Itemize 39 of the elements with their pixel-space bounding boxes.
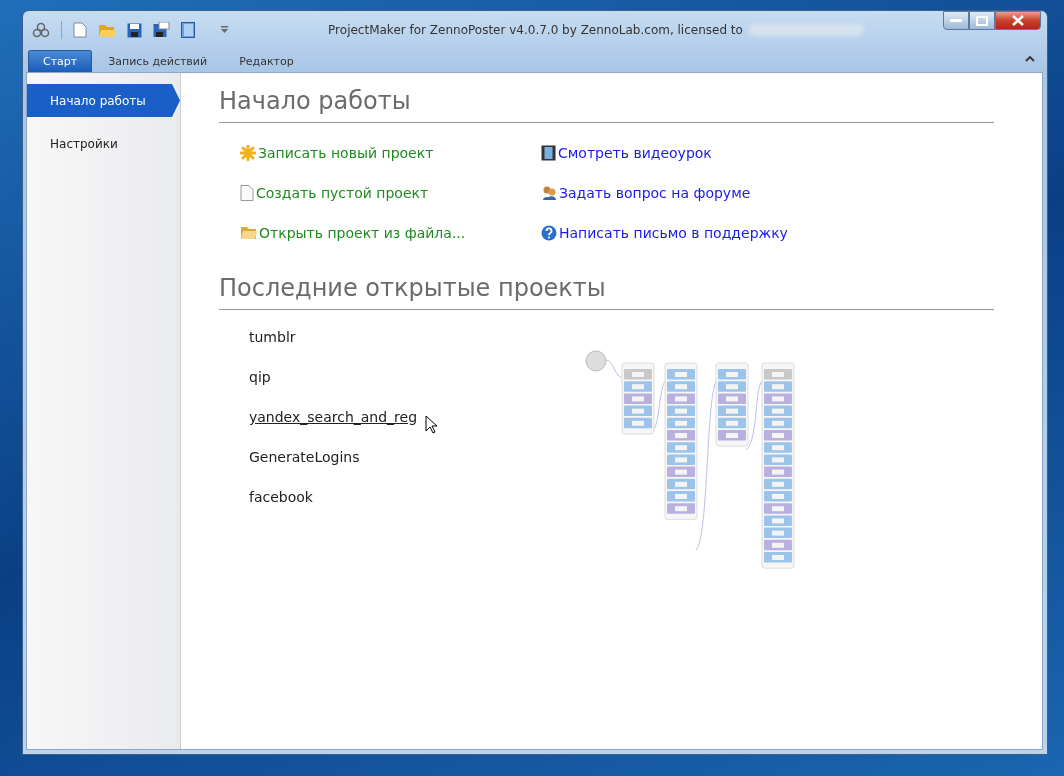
folder-icon — [240, 226, 257, 240]
maximize-icon — [976, 15, 988, 26]
window-title: ProjectMaker for ZennoPoster v4.0.7.0 by ZennoLab.com, licensed to — [328, 23, 743, 37]
action-link[interactable]: Открыть проект из файла... — [259, 225, 466, 241]
asterisk-icon — [240, 145, 256, 161]
help-link[interactable]: Написать письмо в поддержку — [559, 225, 788, 241]
save-icon[interactable] — [127, 22, 142, 38]
section-heading: Начало работы — [219, 87, 994, 123]
ribbon-tab[interactable]: Редактор — [223, 50, 310, 72]
help-link[interactable]: Смотреть видеоурок — [558, 145, 712, 161]
action-link[interactable]: Создать пустой проект — [256, 185, 429, 201]
recent-project-link[interactable]: GenerateLogins — [249, 449, 360, 465]
help-link[interactable]: Задать вопрос на форуме — [559, 185, 751, 201]
minimize-button[interactable] — [943, 11, 969, 30]
maximize-button[interactable] — [969, 11, 995, 30]
close-button[interactable] — [995, 11, 1041, 30]
sidebar-item[interactable]: Настройки — [27, 127, 180, 160]
recent-project-link[interactable]: yandex_search_and_reg — [249, 409, 418, 425]
sidebar-item[interactable]: Начало работы — [27, 84, 180, 117]
close-icon — [1012, 15, 1024, 26]
users-icon — [541, 185, 557, 201]
help-icon — [541, 225, 557, 241]
save-all-icon[interactable] — [153, 22, 170, 38]
recent-project-link[interactable]: qip — [249, 369, 271, 385]
ribbon-tab[interactable]: Старт — [28, 50, 93, 72]
app-logo-icon[interactable] — [32, 22, 50, 38]
new-file-icon[interactable] — [73, 22, 87, 38]
mouse-cursor-icon — [425, 415, 437, 434]
collapse-ribbon-icon[interactable] — [1025, 55, 1035, 62]
section-heading: Последние открытые проекты — [219, 274, 994, 310]
recent-project-link[interactable]: facebook — [249, 489, 313, 505]
action-link[interactable]: Записать новый проект — [258, 145, 434, 161]
ribbon-tab[interactable]: Запись действий — [92, 50, 224, 72]
blank-page-icon — [240, 185, 254, 201]
recent-project-link[interactable]: tumblr — [249, 329, 296, 345]
dropdown-caret-icon[interactable] — [220, 26, 229, 34]
window-icon[interactable] — [181, 22, 195, 38]
film-strip-icon — [541, 145, 556, 161]
minimize-icon — [950, 18, 962, 23]
